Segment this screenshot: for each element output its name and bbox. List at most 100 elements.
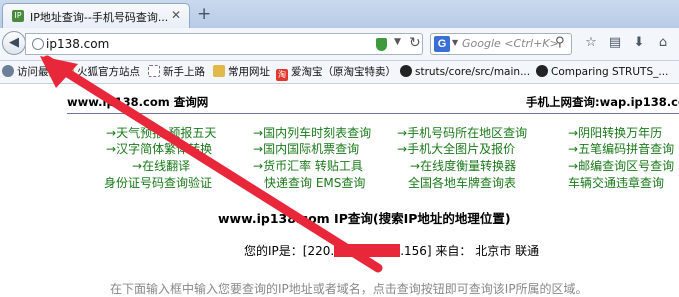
link-weather[interactable]: →天气预报-预报五天: [106, 124, 216, 141]
link-label: 手机号码所在地区查询: [407, 126, 528, 140]
bookmark-star-icon[interactable]: ☆: [582, 34, 600, 52]
arrow-icon: →: [568, 142, 579, 156]
close-tab-icon[interactable]: ✕: [171, 8, 181, 22]
link-wubi[interactable]: →五笔编码拼音查询: [568, 140, 674, 157]
search-placeholder[interactable]: Google <Ctrl+K>: [462, 37, 559, 50]
chevron-down-icon[interactable]: ▼: [394, 37, 401, 47]
link-license-plate[interactable]: 全国各地车牌查询表: [408, 174, 516, 191]
link-label: 国内列车时刻表查询: [263, 126, 372, 140]
bookmark-comparing-struts[interactable]: Comparing STRUTS_...: [536, 64, 668, 80]
link-translate[interactable]: →在线翻译: [132, 157, 190, 174]
ip-prefix: [220.: [302, 244, 335, 258]
arrow-icon: →: [397, 126, 408, 140]
bookmark-firefox-official[interactable]: 火狐官方站点: [62, 64, 140, 80]
link-label: 汉字简体繁体转换: [116, 142, 213, 156]
site-header-right[interactable]: 手机上网查询:wap.ip138.com: [526, 94, 679, 110]
link-unit-convert[interactable]: →在线度衡量转换器: [410, 157, 516, 174]
taobao-icon: 淘: [276, 69, 288, 81]
bookmark-label: struts/core/src/main...: [415, 66, 531, 78]
link-label: 在线度衡量转换器: [420, 159, 517, 173]
ip-label: 您的IP是：: [244, 244, 303, 258]
link-label: 国内国际机票查询: [263, 142, 360, 156]
link-label: 身份证号码查询验证: [104, 176, 213, 190]
bookmarks-list-icon[interactable]: ▤: [606, 34, 624, 52]
link-currency[interactable]: →货币汇率 转贴工具: [253, 157, 363, 174]
shield-icon[interactable]: [376, 38, 387, 51]
arrow-icon: →: [253, 142, 264, 156]
arrow-icon: →: [106, 126, 117, 140]
ip-result: 您的IP是：[220. .156] 来自： 北京市 联通: [244, 242, 539, 259]
browser-tab[interactable]: IP IP地址查询--手机号码查询... ✕: [2, 3, 190, 28]
bookmark-label: 新手上路: [163, 66, 205, 78]
bookmark-getting-started[interactable]: 新手上路: [148, 64, 205, 80]
bookmark-label: 访问最多: [17, 66, 59, 78]
new-tab-button[interactable]: +: [197, 4, 211, 24]
link-flights[interactable]: →国内国际机票查询: [253, 140, 359, 157]
ip-suffix: .156]: [400, 244, 432, 258]
link-label: 车辆交通违章查询: [568, 176, 665, 190]
link-express[interactable]: 快递查询 EMS查询: [264, 174, 365, 191]
github-icon: [400, 65, 412, 77]
bookmark-label: 爱淘宝（原淘宝特卖）: [291, 66, 396, 78]
arrow-icon: →: [410, 159, 421, 173]
link-label: 阴阳转换万年历: [578, 126, 663, 140]
download-icon[interactable]: ⬇: [630, 34, 648, 52]
bookmark-aitaobao[interactable]: 淘爱淘宝（原淘宝特卖）: [276, 64, 396, 81]
url-text[interactable]: ip138.com: [46, 37, 109, 51]
bookmarks-bar: 访问最多 火狐官方站点 新手上路 常用网址 淘爱淘宝（原淘宝特卖） struts…: [0, 61, 679, 84]
bookmark-label: 常用网址: [228, 66, 270, 78]
from-label: 来自：: [435, 244, 472, 258]
search-bar[interactable]: G ▼ Google <Ctrl+K> ⚲: [430, 33, 572, 55]
tab-title: IP地址查询--手机号码查询...: [30, 11, 169, 24]
link-train[interactable]: →国内列车时刻表查询: [253, 124, 371, 141]
link-calendar[interactable]: →阴阳转换万年历: [568, 124, 662, 141]
back-button[interactable]: ◀: [2, 31, 26, 55]
link-label: 五笔编码拼音查询: [578, 142, 675, 156]
page-icon: [148, 65, 160, 77]
link-label: 手机大全图片及报价: [407, 142, 516, 156]
github-icon: [536, 65, 548, 77]
bookmark-most-visited[interactable]: 访问最多: [2, 64, 59, 80]
bookmark-label: Comparing STRUTS_...: [551, 66, 669, 78]
arrow-icon: →: [397, 142, 408, 156]
link-label: 快递查询 EMS查询: [264, 176, 366, 190]
google-icon[interactable]: G: [434, 36, 450, 52]
bookmark-struts-core[interactable]: struts/core/src/main...: [400, 64, 530, 80]
link-phone-catalog[interactable]: →手机大全图片及报价: [397, 140, 515, 157]
bookmark-label: 火狐官方站点: [77, 66, 140, 78]
link-phone-location[interactable]: →手机号码所在地区查询: [397, 124, 527, 141]
url-bar[interactable]: ip138.com ▼ ↻: [25, 33, 423, 55]
bookmark-common-urls[interactable]: 常用网址: [213, 64, 270, 80]
arrow-icon: →: [568, 159, 579, 173]
navigation-bar: ◀ ip138.com ▼ ↻ G ▼ Google <Ctrl+K> ⚲ ☆ …: [0, 28, 679, 61]
site-favicon-icon: IP: [12, 10, 24, 22]
link-label: 货币汇率 转贴工具: [263, 159, 363, 173]
link-postcode[interactable]: →邮编查询区号查询: [568, 157, 674, 174]
arrow-icon: →: [106, 142, 117, 156]
header-divider: [67, 113, 679, 114]
link-traffic-violation[interactable]: 车辆交通违章查询: [568, 174, 664, 191]
link-label: 天气预报-预报五天: [116, 126, 217, 140]
arrow-icon: →: [132, 159, 143, 173]
link-chinese-convert[interactable]: →汉字简体繁体转换: [106, 140, 212, 157]
site-header-left: www.ip138.com 查询网: [67, 95, 209, 109]
reload-icon[interactable]: ↻: [409, 35, 421, 51]
arrow-icon: →: [253, 126, 264, 140]
folder-icon: [62, 65, 74, 77]
search-icon[interactable]: ⚲: [555, 35, 565, 50]
globe-icon: [32, 38, 44, 50]
instruction-text: 在下面输入框中输入您要查询的IP地址或者域名，点击查询按钮即可查询该IP所属的区…: [110, 282, 588, 296]
link-label: 邮编查询区号查询: [578, 159, 675, 173]
redaction-box: [334, 244, 401, 257]
link-id-check[interactable]: 身份证号码查询验证: [104, 174, 212, 191]
link-label: 全国各地车牌查询表: [408, 176, 517, 190]
home-icon[interactable]: ⌂: [654, 34, 672, 52]
chevron-down-icon[interactable]: ▼: [452, 38, 458, 47]
page-content: www.ip138.com 查询网 手机上网查询:wap.ip138.com →…: [0, 84, 679, 296]
link-label: 在线翻译: [142, 159, 191, 173]
folder-icon: [213, 65, 225, 77]
page-title: www.ip138.com IP查询(搜索IP地址的地理位置): [218, 211, 511, 226]
arrow-icon: →: [253, 159, 264, 173]
tab-strip: IP IP地址查询--手机号码查询... ✕ +: [0, 0, 679, 28]
gear-icon: [2, 65, 14, 77]
